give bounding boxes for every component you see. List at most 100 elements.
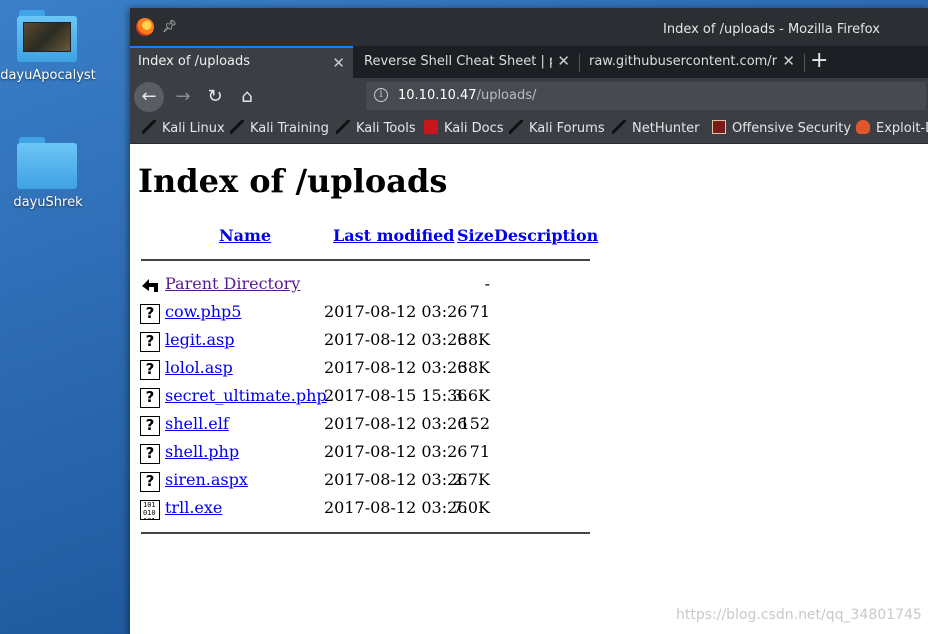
url-bar[interactable]: i 10.10.10.47/uploads/ (366, 82, 926, 110)
bookmark-label: Kali Forums (529, 121, 605, 136)
file-size: - (484, 274, 490, 293)
column-header-description[interactable]: Description (494, 226, 598, 245)
file-link[interactable]: lolol.asp (165, 358, 233, 377)
list-item: ? lolol.asp 2017-08-12 03:26 38K (138, 358, 598, 384)
file-size: 71 (469, 442, 490, 461)
exploit-db-icon (856, 120, 870, 134)
offsec-icon (712, 120, 726, 134)
forward-arrow-icon[interactable]: → (168, 82, 198, 112)
column-header-size[interactable]: Size (457, 226, 494, 245)
kali-docs-icon (424, 120, 438, 134)
tab-separator (579, 54, 580, 72)
file-link[interactable]: cow.php5 (165, 302, 241, 321)
file-size: 38K (457, 330, 490, 349)
tab-separator (804, 54, 805, 72)
file-date: 2017-08-12 03:26 (324, 414, 468, 433)
tab-raw-github[interactable]: raw.githubusercontent.com/rc ✕ (581, 46, 803, 78)
file-link[interactable]: trll.exe (165, 498, 222, 517)
bookmark-kali-tools[interactable]: Kali Tools (336, 120, 416, 136)
kali-dragon-icon (142, 120, 156, 134)
file-link[interactable]: siren.aspx (165, 470, 248, 489)
file-date: 2017-08-12 03:26 (324, 330, 468, 349)
bookmark-label: Kali Linux (162, 121, 225, 136)
file-link[interactable]: legit.asp (165, 330, 234, 349)
bookmark-kali-linux[interactable]: Kali Linux (142, 120, 225, 136)
header-divider (141, 259, 590, 261)
watermark: https://blog.csdn.net/qq_34801745 (676, 607, 922, 623)
list-item: ? legit.asp 2017-08-12 03:26 38K (138, 330, 598, 356)
desktop-icon-dayushrek[interactable]: dayuShrek (0, 137, 103, 210)
tab-reverse-shell[interactable]: Reverse Shell Cheat Sheet | pe ✕ (356, 46, 578, 78)
page-content: Index of /uploads Name Last modified Siz… (130, 144, 928, 634)
kali-dragon-icon (612, 120, 626, 134)
close-tab-icon[interactable]: ✕ (332, 54, 345, 72)
file-size: 3.6K (452, 386, 490, 405)
tab-index-uploads[interactable]: Index of /uploads ✕ (130, 46, 353, 78)
file-date: 2017-08-12 03:26 (324, 358, 468, 377)
site-info-icon[interactable]: i (374, 88, 388, 102)
bookmark-label: NetHunter (632, 121, 700, 136)
file-date: 2017-08-12 03:26 (324, 442, 468, 461)
desktop-icon-label: dayuApocalyst (0, 68, 96, 83)
bookmark-exploit-db[interactable]: Exploit-D (856, 120, 928, 136)
file-date: 2017-08-12 03:26 (324, 498, 468, 517)
window-title: Index of /uploads - Mozilla Firefox (663, 22, 880, 37)
unknown-file-icon: ? (140, 388, 160, 408)
firefox-window: 📌︎ Index of /uploads - Mozilla Firefox I… (130, 8, 928, 634)
file-size: 71 (469, 302, 490, 321)
kali-dragon-icon (336, 120, 350, 134)
tab-label: Reverse Shell Cheat Sheet | pe (364, 54, 552, 69)
list-item: ? cow.php5 2017-08-12 03:26 71 (138, 302, 598, 328)
file-size: 2.7K (452, 470, 490, 489)
list-item: ? shell.php 2017-08-12 03:26 71 (138, 442, 598, 468)
desktop-icon-dayuapocalyst[interactable]: dayuApocalyst (0, 10, 103, 83)
home-icon[interactable]: ⌂ (232, 82, 262, 112)
reload-icon[interactable]: ↻ (200, 82, 230, 112)
pin-icon[interactable]: 📌︎ (162, 19, 177, 33)
file-link[interactable]: shell.php (165, 442, 239, 461)
tab-bar: Index of /uploads ✕ Reverse Shell Cheat … (130, 46, 928, 78)
url-path: /uploads/ (476, 88, 537, 103)
kali-dragon-icon (230, 120, 244, 134)
bookmark-offensive-security[interactable]: Offensive Security (712, 120, 851, 136)
unknown-file-icon: ? (140, 416, 160, 436)
desktop-icon-label: dayuShrek (13, 195, 83, 210)
parent-directory-link[interactable]: Parent Directory (165, 274, 300, 293)
unknown-file-icon: ? (140, 304, 160, 324)
bookmark-kali-forums[interactable]: Kali Forums (509, 120, 605, 136)
bookmark-label: Kali Training (250, 121, 329, 136)
navigation-bar: ← → ↻ ⌂ i 10.10.10.47/uploads/ (130, 78, 928, 116)
bookmark-kali-docs[interactable]: Kali Docs (424, 120, 504, 136)
unknown-file-icon: ? (140, 472, 160, 492)
list-item: ? shell.elf 2017-08-12 03:26 152 (138, 414, 598, 440)
tab-label: raw.githubusercontent.com/rc (589, 54, 777, 69)
file-date: 2017-08-15 15:36 (324, 386, 468, 405)
folder-icon (17, 10, 79, 62)
file-size: 38K (457, 358, 490, 377)
new-tab-plus-icon[interactable]: + (810, 48, 828, 73)
back-arrow-icon[interactable]: ← (134, 82, 164, 112)
file-size: 152 (459, 414, 490, 433)
back-folder-icon (142, 279, 158, 292)
firefox-icon (136, 18, 154, 36)
bookmark-kali-training[interactable]: Kali Training (230, 120, 329, 136)
bookmark-nethunter[interactable]: NetHunter (612, 120, 700, 136)
file-date: 2017-08-12 03:26 (324, 302, 468, 321)
tab-label: Index of /uploads (138, 54, 251, 69)
parent-directory-row: Parent Directory - (138, 274, 598, 300)
url-host: 10.10.10.47 (398, 88, 477, 103)
list-item: ? siren.aspx 2017-08-12 03:26 2.7K (138, 470, 598, 496)
bookmarks-toolbar: Kali Linux Kali Training Kali Tools Kali… (130, 116, 928, 144)
title-bar[interactable]: 📌︎ Index of /uploads - Mozilla Firefox (130, 8, 928, 46)
close-tab-icon[interactable]: ✕ (782, 52, 795, 70)
close-tab-icon[interactable]: ✕ (557, 52, 570, 70)
file-link[interactable]: shell.elf (165, 414, 229, 433)
column-header-last-modified[interactable]: Last modified (333, 226, 454, 245)
bookmark-label: Exploit-D (876, 121, 928, 136)
binary-file-icon: 101010101 (140, 500, 160, 520)
file-link[interactable]: secret_ultimate.php (165, 386, 327, 405)
page-title: Index of /uploads (138, 162, 448, 200)
unknown-file-icon: ? (140, 360, 160, 380)
column-header-name[interactable]: Name (219, 226, 271, 245)
list-item: ? secret_ultimate.php 2017-08-15 15:36 3… (138, 386, 598, 412)
